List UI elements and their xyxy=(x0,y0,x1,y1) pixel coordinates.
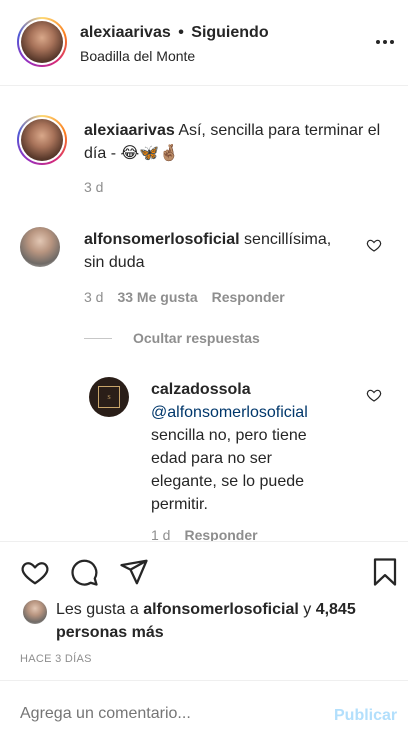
hide-replies-label: Ocultar respuestas xyxy=(133,330,260,346)
hide-replies-line xyxy=(84,337,112,339)
separator-dot: • xyxy=(178,24,184,41)
likes-connector: y xyxy=(303,601,312,618)
reply-mention[interactable]: @alfonsomerlosoficial xyxy=(151,401,341,424)
location-link[interactable]: Boadilla del Monte xyxy=(80,48,195,64)
likes-prefix: Les gusta a xyxy=(56,601,139,618)
comment-meta: 3 d 33 Me gusta Responder xyxy=(84,289,285,305)
caption-text: alexiaarivas Así, sencilla para terminar… xyxy=(84,119,384,165)
paper-plane-icon[interactable] xyxy=(119,557,149,587)
caption-avatar[interactable] xyxy=(21,119,63,161)
comment-username[interactable]: alfonsomerlosoficial xyxy=(84,231,240,248)
caption-time[interactable]: 3 d xyxy=(84,179,103,195)
post-header: alexiaarivas • Siguiendo Boadilla del Mo… xyxy=(0,0,408,86)
publish-button[interactable]: Publicar xyxy=(334,707,397,725)
header-username[interactable]: alexiaarivas xyxy=(80,24,171,41)
more-horizontal-icon xyxy=(376,40,380,44)
follow-status[interactable]: Siguiendo xyxy=(191,24,268,41)
reply-avatar[interactable]: S xyxy=(89,377,129,417)
more-options-button[interactable] xyxy=(376,40,394,44)
likes-user[interactable]: alfonsomerlosoficial xyxy=(143,601,299,618)
comment-input[interactable] xyxy=(20,705,320,723)
comment-heart-icon[interactable] xyxy=(366,237,382,253)
comment-likes[interactable]: 33 Me gusta xyxy=(117,289,197,305)
comment-avatar[interactable] xyxy=(20,227,60,267)
likes-avatar[interactable] xyxy=(23,600,47,624)
avatar[interactable] xyxy=(21,21,63,63)
likes-summary[interactable]: Les gusta a alfonsomerlosoficial y 4,845… xyxy=(56,598,396,644)
reply-heart-icon[interactable] xyxy=(366,387,382,403)
post-time[interactable]: HACE 3 DÍAS xyxy=(20,653,92,665)
add-comment-bar: Publicar xyxy=(0,680,408,749)
reply-text: calzadossola @alfonsomerlosoficial senci… xyxy=(151,378,341,516)
hide-replies-button[interactable]: Ocultar respuestas xyxy=(84,330,260,346)
caption-username[interactable]: alexiaarivas xyxy=(84,122,175,139)
reply-username[interactable]: calzadossola xyxy=(151,378,341,401)
comment-icon[interactable] xyxy=(69,557,99,587)
comment-text: alfonsomerlosoficial sencillísima, sin d… xyxy=(84,228,354,274)
heart-icon[interactable] xyxy=(20,557,50,587)
comment-reply-button[interactable]: Responder xyxy=(212,289,285,305)
header-user: alexiaarivas • Siguiendo xyxy=(80,24,269,42)
bookmark-icon[interactable] xyxy=(370,557,400,587)
reply-body: sencilla no, pero tiene edad para no ser… xyxy=(151,427,307,513)
caption-meta: 3 d xyxy=(84,179,103,195)
sola-logo: S xyxy=(98,386,120,408)
comment-time[interactable]: 3 d xyxy=(84,289,103,305)
